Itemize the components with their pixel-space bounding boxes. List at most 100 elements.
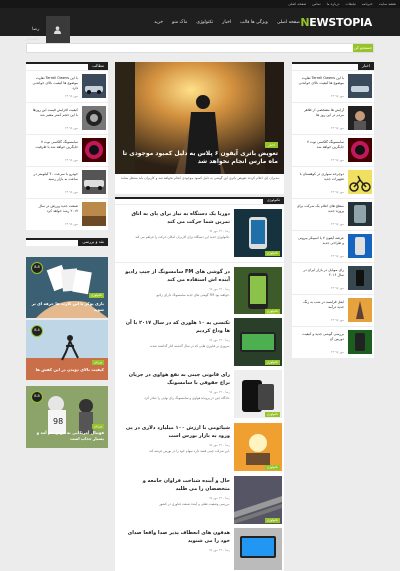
list-item[interactable]: صنعت جدید ورزش در سال ۲۰۱۷ رشد خواهد کرد… bbox=[26, 199, 108, 230]
top-link[interactable]: تبلیغات bbox=[345, 0, 355, 8]
list-item[interactable]: دوچرخه سواری در کوهستان با تجهیزات جدید … bbox=[292, 167, 374, 198]
search-button[interactable]: جستجو کن bbox=[353, 44, 373, 52]
item-title[interactable]: دوچرخه سواری در کوهستان با تجهیزات جدید bbox=[296, 172, 344, 182]
item-title[interactable]: سامسونگ گلکسی نوت ۷ جایگزین خواهد شد bbox=[296, 140, 344, 150]
article-card[interactable]: تکنولوژی سامسونگ از چیپ رادیو FM در گوشی… bbox=[115, 263, 284, 320]
review-card[interactable]: 8.8 تکنولوژی بازی پوکر با این کارت ها حر… bbox=[26, 257, 108, 318]
article-desc: گوشی های جدید سامسونگ دارای رادیو FM خوا… bbox=[156, 293, 230, 297]
article-title[interactable]: تکنسی به ۱۰ هلوری که در سال ۲۰۱۷ با آن ه… bbox=[121, 319, 230, 335]
user-button[interactable] bbox=[46, 16, 70, 44]
item-title[interactable]: صنعت جدید ورزش در سال ۲۰۱۷ رشد خواهد کرد bbox=[30, 204, 78, 214]
thumbnail-image bbox=[348, 74, 372, 98]
review-card[interactable]: 8.4 ورزش کیفیت بالای دویدن در این کفش ها bbox=[26, 320, 108, 380]
card-title[interactable]: کیفیت بالای دویدن در این کفش ها bbox=[30, 367, 104, 373]
nav-item-tech[interactable]: تکنولوژی bbox=[196, 20, 213, 25]
right-sidebar: اخبار تفاوت Terrell Owens با این موضوع ه… bbox=[292, 62, 374, 358]
nav-item-features[interactable]: ویژگی ها قالب bbox=[240, 20, 268, 25]
list-item[interactable]: کیفیت افزایش قیمت این روزها با این حجم ک… bbox=[26, 103, 108, 134]
list-item[interactable]: آرایش ها مشخصی از ظاهر مردم در این روز ه… bbox=[292, 103, 374, 134]
article-desc: دادگاه چین در پرونده هواوی و سامسونگ رای… bbox=[144, 396, 230, 400]
article-card[interactable]: هدفون های انعطاف پذیر صدا واقعا صدای خود… bbox=[115, 524, 284, 571]
item-title[interactable]: خودرو با سرعت ۴۰ کیلومتر در ساعت به بازا… bbox=[30, 172, 78, 182]
article-meta: رضا - ۲۴ مهر ۹۵ bbox=[209, 338, 230, 342]
nav-item-megamenu[interactable]: ماک منو bbox=[172, 20, 187, 25]
article-image bbox=[234, 528, 282, 570]
article-card[interactable]: تکنولوژی تکنسی به ۱۰ هلوری که در سال ۲۰۱… bbox=[115, 314, 284, 371]
item-date: ۲۴ مهر ۹۵ bbox=[64, 190, 78, 194]
user-icon bbox=[54, 26, 61, 34]
category-badge[interactable]: تکنولوژی bbox=[264, 465, 280, 470]
top-link[interactable]: نقشه سایت bbox=[379, 0, 396, 8]
item-title[interactable]: بررسی گوشی جدید و کیفیت دوربین آن bbox=[296, 332, 344, 342]
top-link[interactable]: تماس bbox=[312, 0, 320, 8]
item-date: ۲۴ مهر ۹۵ bbox=[330, 254, 344, 258]
list-item[interactable]: عرضه آیفون ۷ با اسپیکر بیرونی و طراحی جد… bbox=[292, 231, 374, 262]
article-card[interactable]: تکنولوژی دوربا یک دستگاه به نیاز برای پا… bbox=[115, 205, 284, 262]
article-title[interactable]: رای قانونی چینی به نفع هواوی در جریان نز… bbox=[121, 371, 230, 387]
item-title[interactable]: ایفل فرانسه در شب به رنگ جدید درآمد bbox=[296, 300, 344, 310]
list-item[interactable]: سامسونگ گلکسی نوت ۷ جایگزین خواهد شد با … bbox=[26, 135, 108, 166]
thumbnail-image bbox=[82, 170, 106, 194]
list-item[interactable]: خودرو با سرعت ۴۰ کیلومتر در ساعت به بازا… bbox=[26, 167, 108, 198]
review-card[interactable]: 98 8.8 ورزش فوتبال آمریکایی به ایران هم … bbox=[26, 386, 108, 448]
list-item[interactable]: ایفل فرانسه در شب به رنگ جدید درآمد ۲۴ م… bbox=[292, 295, 374, 326]
item-title[interactable]: سامسونگ گلکسی نوت ۷ جایگزین خواهد شد با … bbox=[30, 140, 78, 150]
item-title[interactable]: آرایش ها مشخصی از ظاهر مردم در این روز ه… bbox=[296, 108, 344, 118]
category-badge[interactable]: تکنولوژی bbox=[88, 293, 104, 298]
list-item[interactable]: سامسونگ گلکسی نوت ۷ جایگزین خواهد شد ۲۴ … bbox=[292, 135, 374, 166]
list-item[interactable]: رای موبایل در بازار ایران در سال ۲۰۱۶ ۲۴… bbox=[292, 263, 374, 294]
article-title[interactable]: هدفون های انعطاف پذیر صدا واقعا صدای خود… bbox=[121, 529, 230, 545]
list-item[interactable]: سطح های اعلام یک شرکت برای پروژه جدید ۲۴… bbox=[292, 199, 374, 230]
list-item[interactable]: بررسی گوشی جدید و کیفیت دوربین آن ۲۴ مهر… bbox=[292, 327, 374, 358]
section-title: تکنولوژی bbox=[262, 197, 284, 204]
item-title[interactable]: سطح های اعلام یک شرکت برای پروژه جدید bbox=[296, 204, 344, 214]
top-link[interactable]: درباره ما bbox=[327, 0, 340, 8]
top-link[interactable]: خبرنامه bbox=[362, 0, 373, 8]
category-badge[interactable]: تکنولوژی bbox=[264, 518, 280, 523]
nav-item-shop[interactable]: خرید bbox=[154, 20, 163, 25]
top-link[interactable]: صفحه اصلی bbox=[288, 0, 306, 8]
article-card[interactable]: تکنولوژی شیائومی با ارزش ۱۰۰ میلیارد دلا… bbox=[115, 419, 284, 476]
item-title[interactable]: تفاوت Terrell Owens با این موضوع ها کیفی… bbox=[30, 76, 78, 91]
article-desc: این شرکت چینی قصد دارد سهام خود را در بو… bbox=[149, 449, 230, 453]
featured-post[interactable]: اخبار تعویض باتری آیفون ۶ پلاس به دلیل ک… bbox=[115, 62, 284, 194]
article-image bbox=[234, 476, 282, 524]
featured-desc: مدیران اپل اعلام کردند تعویض باتری این گ… bbox=[120, 176, 280, 180]
category-badge[interactable]: اخبار bbox=[265, 142, 278, 148]
thumbnail-image bbox=[348, 298, 372, 322]
article-card[interactable]: تکنولوژی حال و آینده شناخت فراوان جامعه … bbox=[115, 472, 284, 529]
item-date: ۲۴ مهر ۹۵ bbox=[330, 350, 344, 354]
list-item[interactable]: تفاوت Terrell Owens با این موضوع ها کیفی… bbox=[26, 71, 108, 102]
card-title[interactable]: بازی پوکر با این کارت ها حرفه ای تر شوید bbox=[30, 301, 104, 313]
article-title[interactable]: حال و آینده شناخت فراوان جامعه و متخصصان… bbox=[121, 477, 230, 493]
category-badge[interactable]: تکنولوژی bbox=[264, 412, 280, 417]
thumbnail-image bbox=[82, 138, 106, 162]
item-title[interactable]: عرضه آیفون ۷ با اسپیکر بیرونی و طراحی جد… bbox=[296, 236, 344, 246]
section-title: مطالب bbox=[88, 62, 108, 70]
category-badge[interactable]: ورزش bbox=[91, 424, 104, 429]
nav-item-home[interactable]: صفحه اصلی bbox=[277, 20, 300, 25]
list-item[interactable]: تفاوت Terrell Owens با این موضوع ها کیفی… bbox=[292, 71, 374, 102]
item-date: ۲۴ مهر ۹۵ bbox=[330, 126, 344, 130]
left-sidebar: مطالب تفاوت Terrell Owens با این موضوع ه… bbox=[26, 62, 108, 246]
item-title[interactable]: رای موبایل در بازار ایران در سال ۲۰۱۶ bbox=[296, 268, 344, 278]
nav-item-news[interactable]: اخبار bbox=[222, 20, 231, 25]
article-card[interactable]: تکنولوژی رای قانونی چینی به نفع هواوی در… bbox=[115, 366, 284, 423]
section-title: نقد و بررسی bbox=[78, 238, 108, 246]
top-bar: صفحه اصلی تماس درباره ما تبلیغات خبرنامه… bbox=[0, 0, 400, 8]
article-title[interactable]: دوربا یک دستگاه به نیاز برای پای به اتاق… bbox=[121, 210, 230, 226]
article-title[interactable]: سامسونگ از چیپ رادیو FM در گوشی های آیند… bbox=[121, 268, 230, 284]
category-badge[interactable]: تکنولوژی bbox=[264, 360, 280, 365]
item-title[interactable]: کیفیت افزایش قیمت این روزها با این حجم ک… bbox=[30, 108, 78, 118]
search-input[interactable]: جستجو کن bbox=[26, 43, 374, 53]
header-search[interactable]: جستجو bbox=[26, 25, 44, 42]
item-title[interactable]: تفاوت Terrell Owens با این موضوع ها کیفی… bbox=[296, 76, 344, 86]
site-logo[interactable]: NEWSTOPIA bbox=[300, 16, 372, 29]
article-title[interactable]: شیائومی با ارزش ۱۰۰ میلیارد دلاری در پی … bbox=[121, 424, 230, 440]
search-label: جستجو bbox=[26, 37, 40, 42]
category-badge[interactable]: تکنولوژی bbox=[264, 251, 280, 256]
article-image bbox=[234, 209, 282, 257]
card-title[interactable]: فوتبال آمریکایی به ایران هم آمد و بسیار … bbox=[30, 430, 104, 442]
category-badge[interactable]: ورزش bbox=[91, 360, 104, 365]
featured-title[interactable]: تعویض باتری آیفون ۶ پلاس به دلیل کمبود م… bbox=[121, 150, 278, 166]
